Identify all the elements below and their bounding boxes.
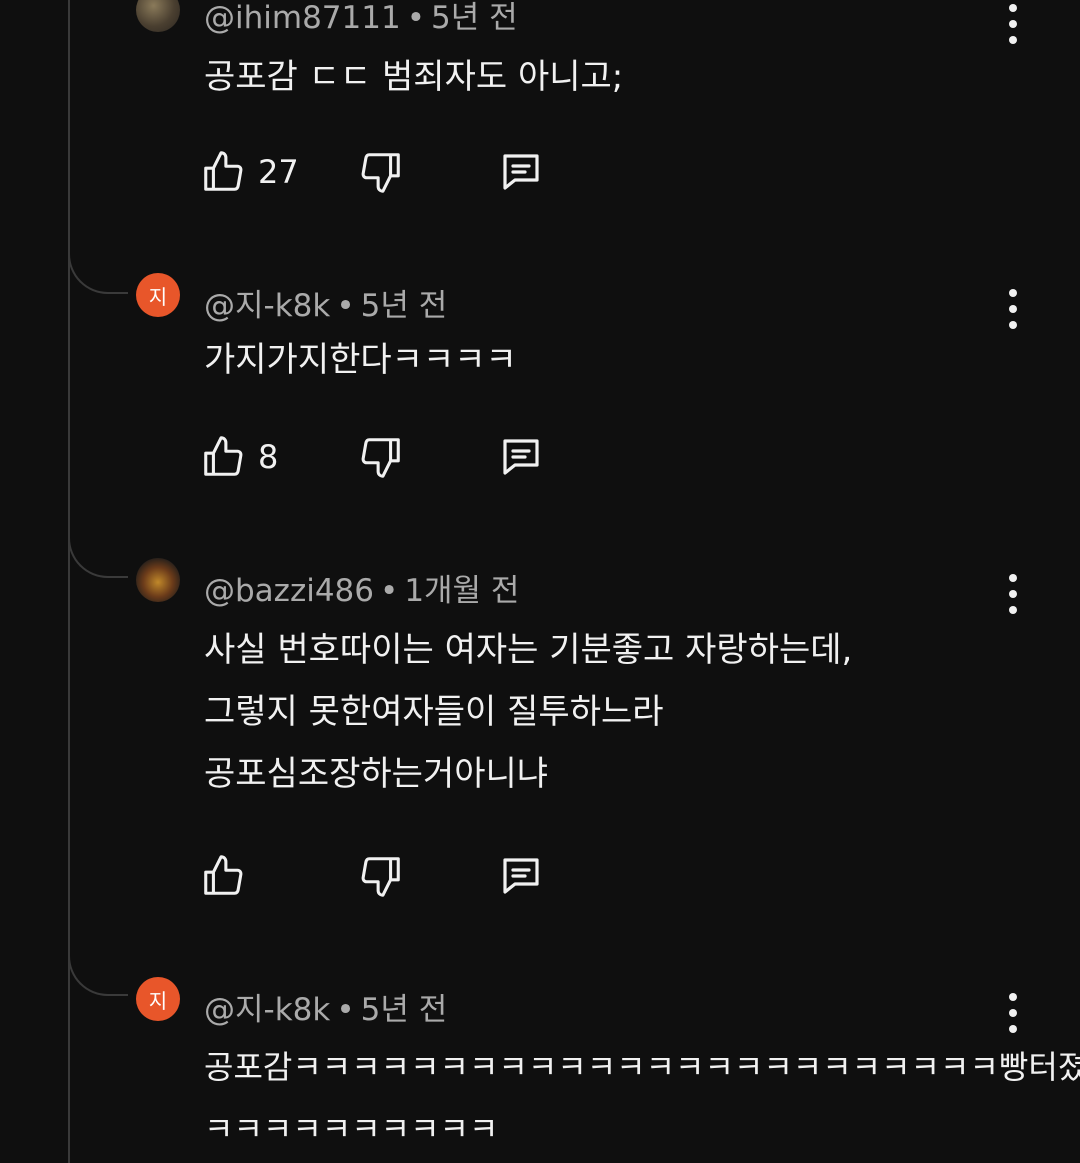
comment-line: ㅋㅋㅋㅋㅋㅋㅋㅋㅋㅋ [204,1110,499,1148]
author-handle[interactable]: @지-k8k [204,288,330,324]
reply-icon [503,154,539,190]
dislike-button[interactable] [358,148,404,196]
more-options-icon[interactable] [1000,993,1026,1033]
reply-icon [503,858,539,894]
avatar-letter: 지 [148,284,168,309]
dislike-icon [361,153,400,193]
comment-line: 사실 번호따이는 여자는 기분좋고 자랑하는데, [204,630,853,670]
like-count: 27 [258,153,299,191]
comment-line: 가지가지한다ㅋㅋㅋㅋ [204,340,517,380]
author-handle[interactable]: @ihim87111 [204,0,401,36]
comment-text: 공포감 ㄷㄷ 범죄자도 아니고; [204,46,623,108]
comment-line: 공포감 ㄷㄷ 범죄자도 아니고; [204,57,624,97]
author-handle[interactable]: @bazzi486 [204,573,374,609]
like-icon [204,151,243,191]
comment-line: 그렇지 못한여자들이 질투하느라 [204,692,664,732]
comment-text: 가지가지한다ㅋㅋㅋㅋ [204,329,517,391]
reply-button[interactable] [496,852,546,900]
separator-dot: • [406,0,425,36]
thread-line [68,0,70,1163]
like-button[interactable] [200,852,258,900]
comment-time[interactable]: 5년 전 [431,0,518,36]
comment-line: 공포심조장하는거아니냐 [204,754,549,794]
comment-time[interactable]: 5년 전 [361,288,448,324]
more-options-icon[interactable] [1000,289,1026,329]
thread-connector [68,254,128,294]
author-handle[interactable]: @지-k8k [204,992,330,1028]
comment-meta: @지-k8k • 5년 전 [204,280,447,325]
dislike-icon [361,857,400,897]
like-button[interactable]: 8 [200,433,278,481]
avatar[interactable] [136,558,180,602]
comment-time[interactable]: 5년 전 [361,992,448,1028]
dislike-button[interactable] [358,852,404,900]
separator-dot: • [336,288,355,324]
comment-meta: @bazzi486 • 1개월 전 [204,565,519,610]
like-icon [204,855,243,895]
like-icon [204,436,243,476]
thread-connector [68,538,128,578]
avatar[interactable]: 지 [136,977,180,1021]
avatar[interactable]: 지 [136,273,180,317]
avatar-letter: 지 [148,988,168,1013]
reply-button[interactable] [496,148,546,196]
more-options-icon[interactable] [1000,574,1026,614]
comment-text: 공포감ㅋㅋㅋㅋㅋㅋㅋㅋㅋㅋㅋㅋㅋㅋㅋㅋㅋㅋㅋㅋㅋㅋㅋㅋ빵터졌넼 ㅋㅋㅋㅋㅋㅋㅋㅋ… [204,1036,1080,1160]
more-options-icon[interactable] [1000,4,1026,44]
comment-text: 사실 번호따이는 여자는 기분좋고 자랑하는데, 그렇지 못한여자들이 질투하느… [204,619,852,805]
like-count: 8 [258,438,279,476]
dislike-button[interactable] [358,433,404,481]
like-button[interactable]: 27 [200,148,299,196]
comment-meta: @ihim87111 • 5년 전 [204,0,518,37]
comment-line: 공포감ㅋㅋㅋㅋㅋㅋㅋㅋㅋㅋㅋㅋㅋㅋㅋㅋㅋㅋㅋㅋㅋㅋㅋㅋ빵터졌넼 [204,1048,1080,1086]
comment-meta: @지-k8k • 5년 전 [204,984,447,1029]
reply-icon [503,439,539,475]
reply-button[interactable] [496,433,546,481]
dislike-icon [361,438,400,478]
comment-time[interactable]: 1개월 전 [404,573,519,609]
separator-dot: • [380,573,399,609]
separator-dot: • [336,992,355,1028]
avatar[interactable] [136,0,180,32]
thread-connector [68,956,128,996]
